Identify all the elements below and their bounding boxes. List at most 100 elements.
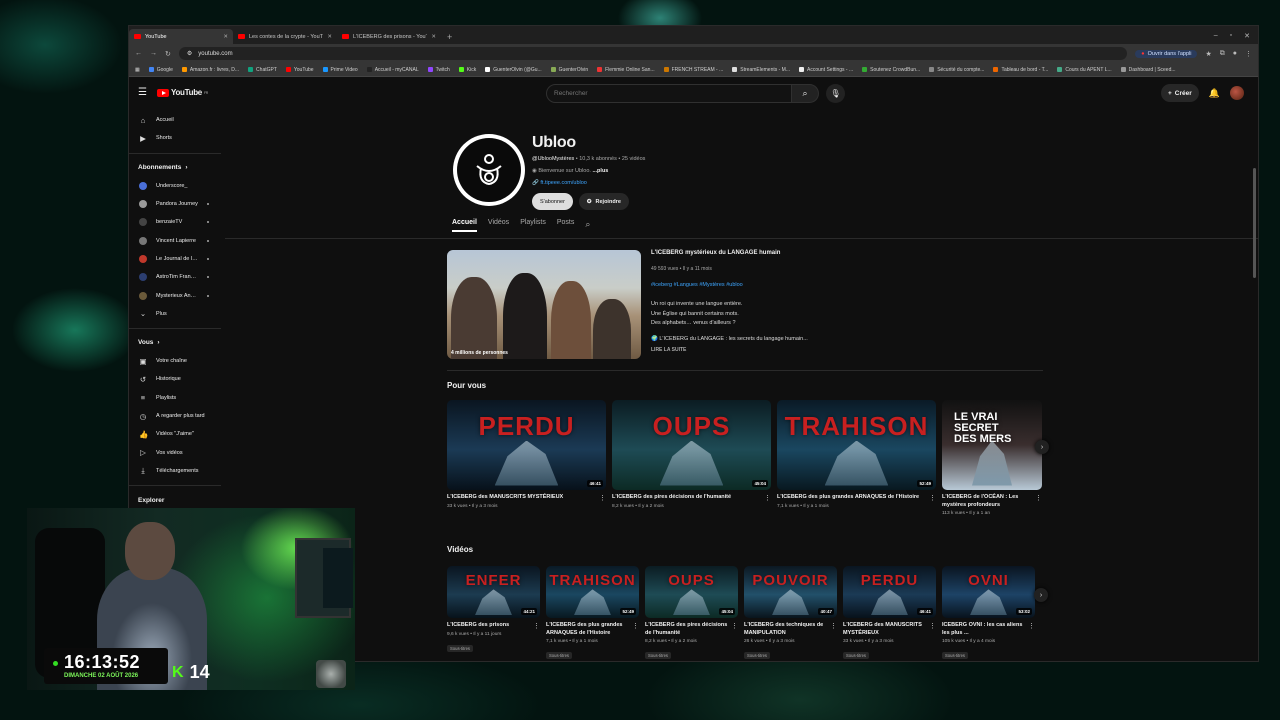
video-title[interactable]: L'ICEBERG des plus grandes ARNAQUES de l… <box>546 622 639 637</box>
video-thumbnail[interactable]: POUVOIR 40:47 <box>744 566 837 618</box>
notifications-icon[interactable]: 🔔 <box>1209 88 1220 99</box>
sidebar-subscription[interactable]: Vincent Lapierre <box>129 231 223 249</box>
guide-menu-icon[interactable]: ☰ <box>138 87 147 98</box>
bookmark-star-icon[interactable]: ★ <box>1205 50 1211 58</box>
tab-accueil[interactable]: Accueil <box>452 219 477 232</box>
more-options-icon[interactable]: ⋮ <box>929 622 936 630</box>
bookmark-item[interactable]: Cours du APENT L... <box>1057 67 1112 73</box>
sidebar-subscription[interactable]: Le Journal de l'E... <box>129 250 223 268</box>
url-field[interactable]: ⚙ youtube.com <box>178 47 1128 60</box>
bookmark-item[interactable]: Tableau de bord - T... <box>993 67 1048 73</box>
video-title[interactable]: L'ICEBERG des MANUSCRITS MYSTÉRIEUX <box>447 494 606 502</box>
close-window-icon[interactable]: ✕ <box>1244 32 1250 40</box>
sidebar-item-like[interactable]: 👍 Vidéos "J'aime" <box>129 425 223 443</box>
search-input[interactable] <box>546 84 792 103</box>
bookmark-item[interactable]: Kick <box>458 67 476 73</box>
video-thumbnail[interactable]: OUPS 45:04 <box>612 400 771 490</box>
video-thumbnail[interactable]: TRAHISON 52:49 <box>777 400 936 490</box>
more-options-icon[interactable]: ⋮ <box>929 494 936 502</box>
more-options-icon[interactable]: ⋮ <box>731 622 738 630</box>
video-title[interactable]: L'ICEBERG des plus grandes ARNAQUES de l… <box>777 494 936 502</box>
sidebar-subscription[interactable]: Pandora Journey <box>129 195 223 213</box>
sidebar-subscription[interactable]: Underscore_ <box>129 177 223 195</box>
video-thumbnail[interactable]: OVNI 53:02 <box>942 566 1035 618</box>
for-you-next-icon[interactable]: › <box>1035 440 1049 454</box>
back-icon[interactable]: ← <box>135 50 142 57</box>
bookmark-item[interactable]: Account Settings - ... <box>799 67 853 73</box>
video-thumbnail[interactable]: PERDU 46:41 <box>447 400 606 490</box>
sidebar-subscription[interactable]: ⌄ Plus <box>129 305 223 323</box>
more-options-icon[interactable]: ⋮ <box>1028 622 1035 630</box>
join-button[interactable]: ✪ Rejoindre <box>578 193 629 210</box>
bookmark-item[interactable]: YouTube <box>285 67 314 73</box>
videos-next-icon[interactable]: › <box>1034 588 1048 602</box>
you-heading[interactable]: Vous › <box>129 334 223 352</box>
sidebar-subscription[interactable]: benzaieTV <box>129 213 223 231</box>
bookmark-item[interactable]: GuenterOlvin <box>550 67 588 73</box>
browser-tab[interactable]: Les contes de la crypte - YouTu ✕ <box>233 29 337 44</box>
bookmark-item[interactable]: Twitch <box>427 67 450 73</box>
tab-close-icon[interactable]: ✕ <box>327 34 332 40</box>
video-title[interactable]: L'ICEBERG des MANUSCRITS MYSTÉRIEUX <box>843 622 936 637</box>
channel-avatar[interactable] <box>453 134 525 206</box>
maximize-icon[interactable]: ▫ <box>1230 32 1232 40</box>
voice-search-button[interactable]: 🎙 <box>826 84 845 103</box>
channel-search-icon[interactable]: ⌕ <box>585 219 590 230</box>
more-options-icon[interactable]: ⋮ <box>599 494 606 502</box>
youtube-logo[interactable]: YouTube FR <box>157 88 208 97</box>
channel-handle[interactable]: @UblooMystères <box>532 156 574 162</box>
tab-posts[interactable]: Posts <box>557 219 575 226</box>
more-options-icon[interactable]: ⋮ <box>632 622 639 630</box>
minimize-icon[interactable]: – <box>1214 32 1218 40</box>
extensions-icon[interactable]: ⧉ <box>1220 50 1225 58</box>
bookmark-item[interactable]: Dashboard | Sceed... <box>1120 67 1176 73</box>
open-in-app-button[interactable]: ● Ouvrir dans l'appli <box>1135 49 1198 58</box>
video-card[interactable]: OUPS 45:04 ⋮ L'ICEBERG des pires décisions … <box>645 566 738 661</box>
sidebar-subscription[interactable]: AstroTim Français <box>129 268 223 286</box>
featured-thumbnail[interactable]: 4 millions de personnes <box>447 250 641 359</box>
page-scrollbar[interactable] <box>1253 168 1256 278</box>
video-thumbnail[interactable]: LE VRAI SECRET DES MERS <box>942 400 1042 490</box>
browser-tab[interactable]: L'ICEBERG des prisons - YouTu ✕ <box>337 29 441 44</box>
sidebar-item-home[interactable]: ⌂ Accueil <box>129 111 223 129</box>
bookmark-item[interactable]: FRENCH STREAM - ... <box>663 67 723 73</box>
more-options-icon[interactable]: ⋮ <box>764 494 771 502</box>
sidebar-item-history[interactable]: ↺ Historique <box>129 370 223 388</box>
reload-icon[interactable]: ↻ <box>165 50 171 58</box>
bookmark-item[interactable]: Flemmie Online San... <box>597 67 655 73</box>
menu-icon[interactable]: ⋮ <box>1245 50 1252 58</box>
more-options-icon[interactable]: ⋮ <box>830 622 837 630</box>
search-button[interactable]: ⌕ <box>792 84 819 103</box>
new-tab-icon[interactable]: + <box>441 32 458 44</box>
create-button[interactable]: + Créer <box>1161 84 1199 102</box>
tab-playlists[interactable]: Playlists <box>520 219 546 226</box>
featured-hashtags[interactable]: #iceberg #Langues #Mystères #ubloo <box>651 282 743 288</box>
bookmark-item[interactable]: Soutenez CrowdBun... <box>862 67 920 73</box>
video-card[interactable]: PERDU 46:41 ⋮ L'ICEBERG des MANUSCRITS MYST… <box>447 400 606 516</box>
account-avatar[interactable] <box>1230 86 1244 100</box>
browser-tab[interactable]: YouTube ✕ <box>129 29 233 44</box>
sidebar-item-shorts[interactable]: ▶ Shorts <box>129 129 223 147</box>
profile-icon[interactable]: ● <box>1233 50 1237 57</box>
video-card[interactable]: OUPS 45:04 ⋮ L'ICEBERG des pires décisions … <box>612 400 771 516</box>
video-thumbnail[interactable]: PERDU 46:41 <box>843 566 936 618</box>
bookmark-item[interactable]: GuenterOlvin (@Gu... <box>485 67 542 73</box>
video-title[interactable]: L'ICEBERG des pires décisions de l'human… <box>645 622 738 637</box>
site-info-icon[interactable]: ⚙ <box>187 50 192 57</box>
featured-title[interactable]: L'ICEBERG mystérieux du LANGAGE humain <box>651 250 780 256</box>
video-title[interactable]: L'ICEBERG des techniques de MANIPULATION <box>744 622 837 637</box>
subscriptions-heading[interactable]: Abonnements › <box>129 159 223 177</box>
tab-close-icon[interactable]: ✕ <box>223 34 228 40</box>
channel-description[interactable]: ◉ Bienvenue sur Ubloo. ...plus <box>532 168 1032 174</box>
video-title[interactable]: L'ICEBERG des pires décisions de l'human… <box>612 494 771 502</box>
video-title[interactable]: L'ICEBERG de l'OCÉAN : Les mystères prof… <box>942 494 1042 509</box>
video-card[interactable]: PERDU 46:41 ⋮ L'ICEBERG des MANUSCRITS MYST… <box>843 566 936 661</box>
video-title[interactable]: L'ICEBERG des prisons <box>447 622 540 630</box>
sidebar-item-your-videos[interactable]: ▷ Vos vidéos <box>129 443 223 461</box>
video-thumbnail[interactable]: OUPS 45:04 <box>645 566 738 618</box>
more-options-icon[interactable]: ⋮ <box>533 622 540 630</box>
bookmark-item[interactable]: StreamElements - M... <box>732 67 790 73</box>
sidebar-subscription[interactable]: Mysterieux Anci... <box>129 286 223 304</box>
more-options-icon[interactable]: ⋮ <box>1035 494 1042 502</box>
bookmark-item[interactable]: ChatGPT <box>248 67 277 73</box>
